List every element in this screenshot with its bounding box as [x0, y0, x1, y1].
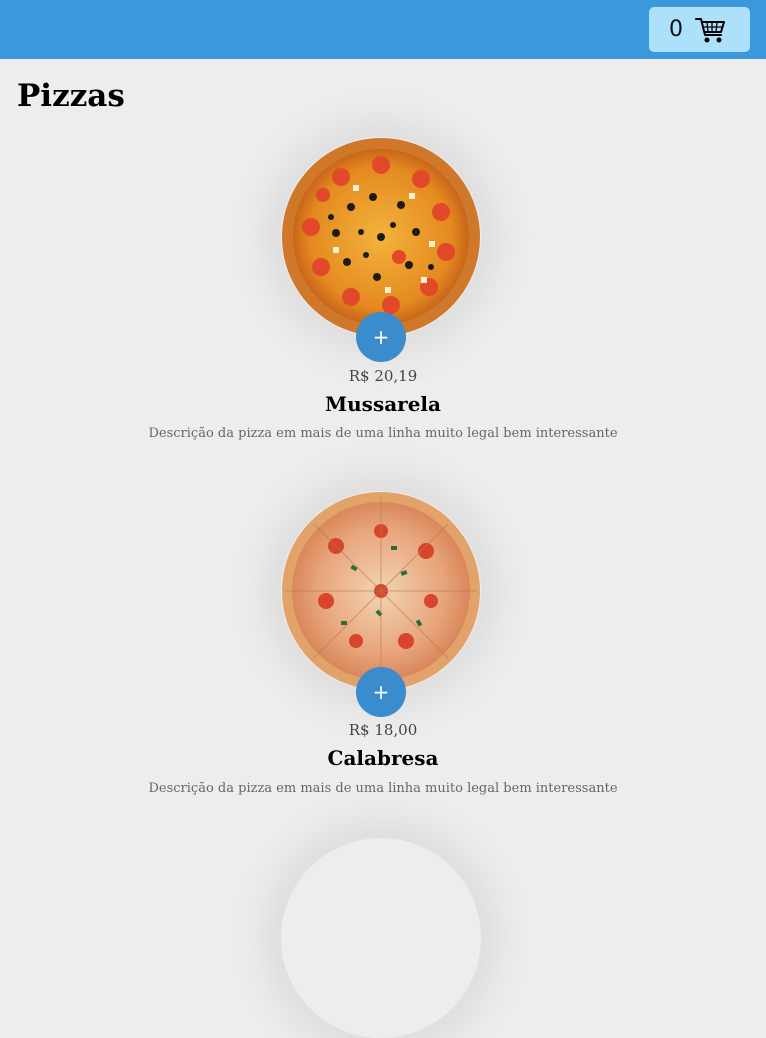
add-to-cart-button[interactable]: +	[356, 312, 406, 362]
product-description: Descrição da pizza em mais de uma linha …	[148, 781, 618, 796]
top-bar: 0	[0, 0, 766, 59]
product-price: R$ 20,19	[348, 367, 418, 385]
pizza-image	[281, 838, 481, 1038]
shopping-cart-icon	[695, 16, 727, 44]
pizza-image	[281, 491, 481, 691]
cart-count: 0	[669, 17, 683, 42]
product-name: Calabresa	[327, 746, 439, 770]
pizza-image	[281, 137, 481, 337]
cart-button[interactable]: 0	[649, 7, 750, 52]
product-price: R$ 18,00	[348, 721, 418, 739]
product-description: Descrição da pizza em mais de uma linha …	[148, 426, 618, 441]
product-name: Mussarela	[325, 392, 441, 416]
add-to-cart-button[interactable]: +	[356, 667, 406, 717]
page-title: Pizzas	[17, 78, 125, 114]
